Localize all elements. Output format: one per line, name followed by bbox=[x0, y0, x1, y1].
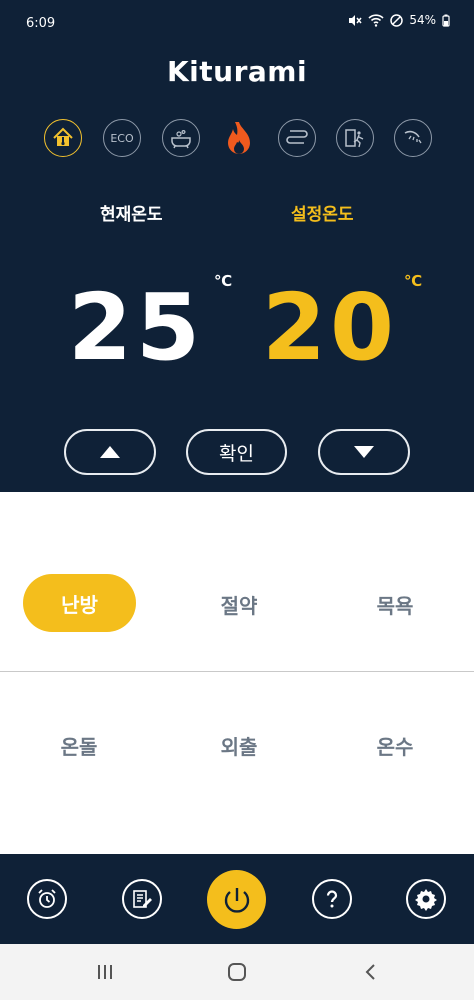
memo-icon bbox=[133, 890, 152, 908]
wifi-icon bbox=[368, 13, 384, 27]
bottom-nav bbox=[0, 854, 474, 944]
option-away[interactable]: 외출 bbox=[184, 731, 294, 760]
triangle-down-icon bbox=[354, 446, 374, 458]
temp-down-button[interactable] bbox=[318, 429, 410, 475]
status-time: 6:09 bbox=[26, 16, 56, 31]
memo-button[interactable] bbox=[122, 879, 162, 919]
set-temp-label: 설정온도 bbox=[291, 205, 354, 225]
home-icon bbox=[228, 963, 246, 981]
back-button[interactable] bbox=[356, 960, 386, 984]
settings-button[interactable] bbox=[406, 879, 446, 919]
power-button[interactable] bbox=[207, 870, 266, 929]
alarm-icon bbox=[38, 889, 56, 908]
current-temp-label: 현재온도 bbox=[100, 205, 163, 225]
help-button[interactable] bbox=[312, 879, 352, 919]
logo-text: Kiturami bbox=[166, 55, 308, 88]
mode-options-panel: 난방 절약 목욕 온돌 외출 온수 bbox=[0, 492, 474, 854]
battery-percent: 54% bbox=[409, 13, 436, 27]
current-temp-unit: ℃ bbox=[214, 272, 233, 290]
eco-icon[interactable]: ECO bbox=[103, 119, 141, 157]
recent-apps-icon bbox=[98, 965, 112, 979]
set-temp-value: 20 bbox=[262, 274, 399, 381]
system-navigation-bar bbox=[0, 944, 474, 1000]
option-bath[interactable]: 목욕 bbox=[340, 590, 450, 619]
do-not-disturb-icon bbox=[390, 13, 404, 27]
temp-up-button[interactable] bbox=[64, 429, 156, 475]
power-icon bbox=[224, 887, 249, 913]
status-bar: 6:09 54% bbox=[0, 0, 474, 46]
floor-heating-icon[interactable] bbox=[278, 119, 316, 157]
recent-apps-button[interactable] bbox=[90, 960, 120, 984]
bath-icon[interactable] bbox=[162, 119, 200, 157]
flame-icon[interactable] bbox=[220, 119, 258, 157]
alarm-button[interactable] bbox=[27, 879, 67, 919]
option-saving[interactable]: 절약 bbox=[184, 590, 294, 619]
confirm-button[interactable]: 확인 bbox=[186, 429, 287, 475]
mute-icon bbox=[349, 14, 362, 26]
exit-icon[interactable] bbox=[336, 119, 374, 157]
kiturami-logo: Kiturami bbox=[0, 55, 474, 88]
battery-icon bbox=[442, 14, 450, 27]
mode-icon-row: ECO bbox=[44, 119, 432, 159]
current-temp-value: 25 bbox=[68, 274, 205, 381]
home-thermometer-icon[interactable] bbox=[44, 119, 82, 157]
option-heating-label: 난방 bbox=[61, 592, 98, 617]
option-ondol[interactable]: 온돌 bbox=[24, 731, 134, 760]
help-icon bbox=[326, 890, 338, 908]
options-divider bbox=[0, 671, 474, 672]
set-temp-unit: ℃ bbox=[404, 272, 423, 290]
back-icon bbox=[365, 964, 375, 980]
home-button[interactable] bbox=[222, 960, 252, 984]
shower-icon[interactable] bbox=[394, 119, 432, 157]
triangle-up-icon bbox=[100, 446, 120, 458]
confirm-label: 확인 bbox=[219, 442, 254, 465]
option-hot-water[interactable]: 온수 bbox=[340, 731, 450, 760]
control-panel: 6:09 54% Kiturami ECO 현재온도 설정온도 25 ℃ 20 … bbox=[0, 0, 474, 492]
eco-label: ECO bbox=[110, 131, 134, 145]
settings-icon bbox=[415, 889, 437, 911]
option-heating[interactable]: 난방 bbox=[23, 574, 136, 632]
status-icons: 54% bbox=[348, 13, 450, 27]
